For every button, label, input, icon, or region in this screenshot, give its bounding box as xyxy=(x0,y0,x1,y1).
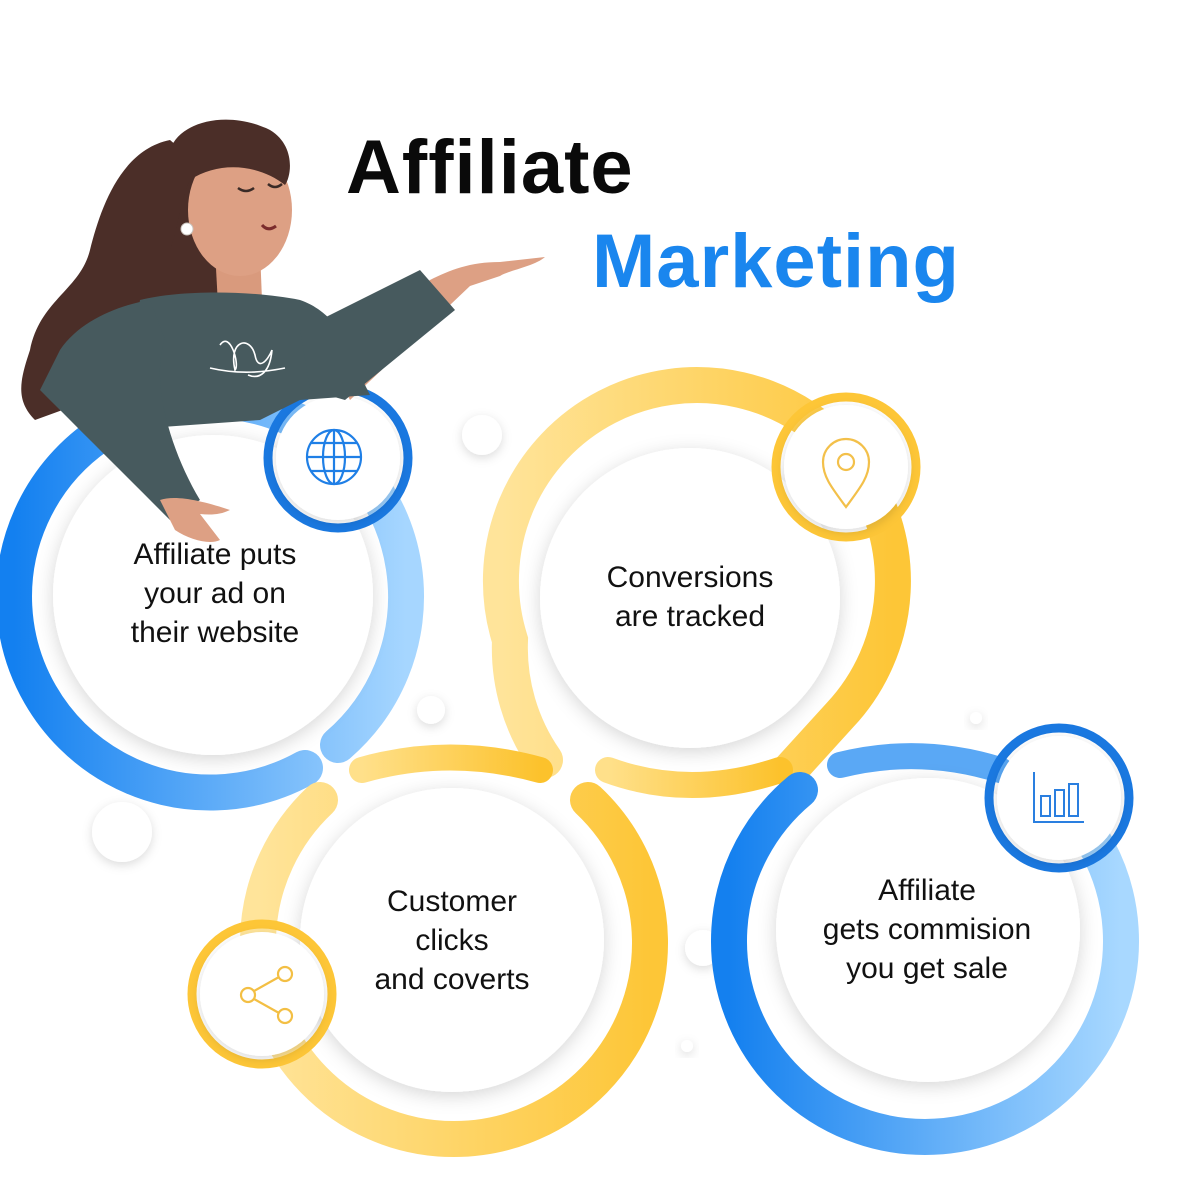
step2-line2: are tracked xyxy=(614,600,766,633)
title-marketing: Marketing xyxy=(592,219,960,304)
step2-line1: Conversions xyxy=(606,561,774,594)
step1-line2: your ad on xyxy=(144,577,286,610)
step4-text: Affiliate gets commision you get sale xyxy=(772,871,1082,988)
step4-line1: Affiliate xyxy=(878,874,976,907)
share-badge xyxy=(187,919,337,1069)
step1-line3: their website xyxy=(130,616,300,649)
title-affiliate: Affiliate xyxy=(346,125,634,210)
step3-line2: clicks xyxy=(415,924,489,957)
globe-icon xyxy=(305,428,363,486)
step4-line3: you get sale xyxy=(846,952,1008,985)
location-badge xyxy=(771,392,921,542)
infographic: Affiliate Marketing Affiliate puts your … xyxy=(0,0,1193,1193)
step3-line1: Customer xyxy=(386,885,518,918)
globe-badge xyxy=(263,383,413,533)
step2-text: Conversions are tracked xyxy=(560,558,820,636)
chart-badge xyxy=(984,723,1134,873)
step1-text: Affiliate puts your ad on their website xyxy=(85,535,345,652)
step1-line1: Affiliate puts xyxy=(133,538,297,571)
step3-line3: and coverts xyxy=(374,963,530,996)
step4-line2: gets commision xyxy=(822,913,1032,946)
step3-text: Customer clicks and coverts xyxy=(322,882,582,999)
